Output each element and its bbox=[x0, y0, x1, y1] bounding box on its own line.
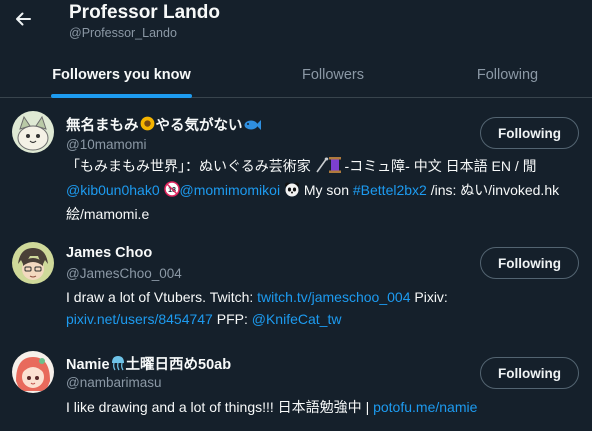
back-button[interactable] bbox=[10, 6, 36, 32]
tab-followers[interactable]: Followers bbox=[243, 52, 423, 98]
hashtag-link[interactable]: #Bettel2bx2 bbox=[353, 182, 427, 198]
user-cell[interactable]: James Choo @JamesChoo_004 Following I dr… bbox=[0, 234, 592, 341]
user-cell[interactable]: Namie 土曜日西め50ab @nambarimasu Following I … bbox=[0, 341, 592, 431]
user-name[interactable]: James Choo bbox=[66, 245, 152, 261]
avatar-image bbox=[12, 242, 54, 284]
avatar-image bbox=[12, 351, 54, 393]
sunflower-icon bbox=[139, 115, 156, 136]
tab-bar: Followers you know Followers Following bbox=[0, 52, 592, 98]
user-name[interactable]: Namie 土曜日西め50ab bbox=[66, 353, 231, 375]
user-handle[interactable]: @10mamomi bbox=[66, 137, 146, 152]
no-one-under-eighteen-icon: 18 bbox=[163, 181, 180, 203]
fish-icon bbox=[243, 118, 261, 136]
potofu-link[interactable]: potofu.me/namie bbox=[373, 399, 477, 415]
jellyfish-icon bbox=[110, 355, 126, 375]
following-button[interactable]: Following bbox=[480, 117, 579, 149]
mention-link[interactable]: @KnifeCat_tw bbox=[252, 311, 342, 327]
tab-followers-you-know[interactable]: Followers you know bbox=[0, 52, 243, 98]
following-button[interactable]: Following bbox=[480, 247, 579, 279]
mention-link[interactable]: @kib0un0hak0 bbox=[66, 182, 160, 198]
user-cell[interactable]: 無名まもみ やる気がない @10mamomi Following 「もみまもみ世界… bbox=[0, 99, 592, 234]
profile-handle: @Professor_Lando bbox=[69, 26, 177, 40]
user-bio: I draw a lot of Vtubers. Twitch: twitch.… bbox=[66, 289, 448, 327]
twitch-link[interactable]: twitch.tv/jameschoo_004 bbox=[257, 289, 410, 305]
user-bio: 「もみまもみ世界」：ぬいぐるみ芸術家 -コミュ障- 中文 日本語 EN / 閒@… bbox=[66, 157, 560, 222]
user-bio: I like drawing and a lot of things!!! 日本… bbox=[66, 399, 478, 415]
user-handle[interactable]: @JamesChoo_004 bbox=[66, 266, 182, 281]
thread-spool-icon bbox=[328, 157, 341, 179]
profile-name: Professor Lando bbox=[69, 2, 220, 23]
panda-icon bbox=[284, 181, 300, 203]
avatar-image bbox=[12, 111, 54, 153]
avatar[interactable] bbox=[12, 111, 54, 153]
user-name[interactable]: 無名まもみ やる気がない bbox=[66, 114, 261, 136]
avatar[interactable] bbox=[12, 351, 54, 393]
tab-following[interactable]: Following bbox=[423, 52, 592, 98]
mention-link[interactable]: @momimomikoi bbox=[180, 182, 281, 198]
profile-header: Professor Lando @Professor_Lando bbox=[0, 0, 592, 52]
sewing-needle-icon bbox=[315, 157, 329, 179]
avatar[interactable] bbox=[12, 242, 54, 284]
following-button[interactable]: Following bbox=[480, 357, 579, 389]
pixiv-link[interactable]: pixiv.net/users/8454747 bbox=[66, 311, 213, 327]
user-handle[interactable]: @nambarimasu bbox=[66, 375, 162, 390]
active-tab-indicator bbox=[51, 94, 192, 98]
arrow-left-icon bbox=[16, 12, 31, 26]
